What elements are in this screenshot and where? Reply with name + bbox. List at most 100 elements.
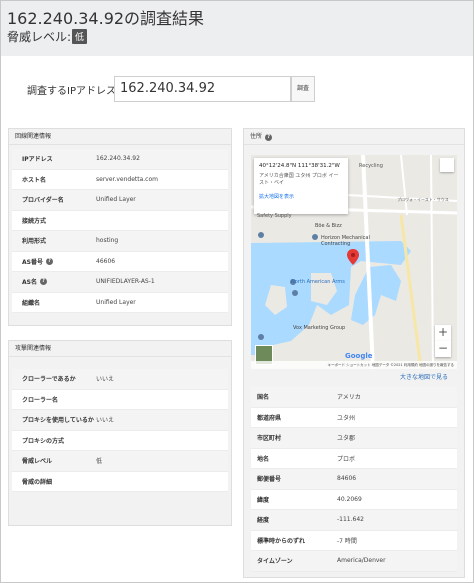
map-label-boe: Böe & Bizz xyxy=(315,223,342,229)
table-row: 都道府県 ユタ州 xyxy=(251,408,457,428)
row-key: 利用形式 xyxy=(22,238,47,246)
row-key: 経度 xyxy=(257,517,270,525)
row-key: 郵便番号 xyxy=(257,476,282,484)
row-key: IPアドレス xyxy=(22,156,53,164)
row-value: UNIFIEDLAYER-AS-1 xyxy=(96,278,155,286)
row-key: 緯度 xyxy=(257,496,270,504)
row-value: -111.642 xyxy=(337,516,364,524)
table-row: 脅威レベル 低 xyxy=(12,451,228,472)
network-info-table: IPアドレス 162.240.34.92 ホスト名 server.vendetta.… xyxy=(12,149,228,313)
map-info-address: アメリカ合衆国 ユタ州 プロボ イースト・ベイ xyxy=(259,173,339,186)
zoom-in-button[interactable]: + xyxy=(435,325,451,341)
network-info-panel: 回線関連情報 IPアドレス 162.240.34.92 ホスト名 server.ve… xyxy=(8,128,232,326)
table-row: 郵便番号 84606 xyxy=(251,469,457,490)
attack-panel-title: 攻撃関連情報 xyxy=(9,341,231,357)
attack-info-panel: 攻撃関連情報 クローラーであるか いいえ クローラー名 プロキシを使用しているかい… xyxy=(8,340,232,526)
row-value: 162.240.34.92 xyxy=(96,155,140,163)
google-logo: Google xyxy=(345,352,373,360)
row-value: hosting xyxy=(96,237,119,245)
row-value: Unified Layer xyxy=(96,298,136,306)
map-label-safety: Safety Supply xyxy=(257,213,292,219)
row-key: 都道府県 xyxy=(257,414,282,422)
table-row: 市区町村 ユタ郡 xyxy=(251,428,457,449)
threat-level-badge: 低 xyxy=(72,29,88,44)
ip-search-input[interactable]: 162.240.34.92 xyxy=(114,76,291,102)
row-value: server.vendetta.com xyxy=(96,175,158,183)
table-row: クローラー名 xyxy=(12,390,228,410)
row-key: タイムゾーン xyxy=(257,558,293,566)
row-value: 40.2069 xyxy=(337,495,362,503)
table-row: プロバイダー名 Unified Layer xyxy=(12,190,228,211)
row-key: ホスト名 xyxy=(22,176,47,184)
map-info-enlarge-link[interactable]: 拡大地図を表示 xyxy=(259,193,343,200)
help-icon[interactable]: ? xyxy=(265,134,273,141)
table-row: プロキシを使用しているか いいえ xyxy=(12,410,228,431)
row-value: アメリカ xyxy=(337,394,361,402)
table-row: ホスト名 server.vendetta.com xyxy=(12,170,228,190)
big-map-link[interactable]: 大きな地図で見る xyxy=(400,372,448,381)
row-value: プロボ xyxy=(337,455,356,463)
row-key-label: AS番号 xyxy=(22,258,43,266)
row-key-label: AS名 xyxy=(22,279,37,287)
table-row: タイムゾーン America/Denver xyxy=(251,551,457,572)
table-row: 接続方式 xyxy=(12,211,228,231)
map-info-window: 40°12'24.8"N 111°38'31.2"W アメリカ合衆国 ユタ州 プ… xyxy=(254,158,348,214)
table-row: 国名 アメリカ xyxy=(251,387,457,408)
row-value: 84606 xyxy=(337,475,357,483)
table-row: 利用形式 hosting xyxy=(12,231,228,252)
row-key: プロキシの方式 xyxy=(22,437,65,445)
fullscreen-button[interactable] xyxy=(440,158,454,172)
table-row: AS番号? 46606 xyxy=(12,252,228,272)
row-key: 国名 xyxy=(257,394,270,402)
help-icon[interactable]: ? xyxy=(45,257,53,265)
row-key: 接続方式 xyxy=(22,217,47,225)
location-panel-title: 住所? xyxy=(244,129,464,145)
map-label-recycling: Recycling xyxy=(359,163,383,169)
threat-level-label: 脅威レベル: xyxy=(7,30,72,44)
row-key: クローラーであるか xyxy=(22,376,76,384)
row-value: いいえ xyxy=(96,417,115,425)
location-map[interactable]: 40°12'24.8"N 111°38'31.2"W アメリカ合衆国 ユタ州 プ… xyxy=(251,155,457,369)
map-label-north-american: North American Arms xyxy=(291,279,345,285)
row-value: 46606 xyxy=(96,257,116,265)
row-value: Unified Layer xyxy=(96,196,136,204)
table-row: 経度 -111.642 xyxy=(251,510,457,531)
table-row: 組織名 Unified Layer xyxy=(12,293,228,313)
row-key: 地名 xyxy=(257,455,270,463)
map-footer[interactable]: キーボード ショートカット 地図データ ©2021 利用規約 地図の誤りを報告す… xyxy=(251,361,457,369)
map-label-horizon: Horizon Mechanical Contracting xyxy=(321,235,370,247)
help-icon[interactable]: ? xyxy=(39,278,47,286)
row-key: プロキシを使用しているか xyxy=(22,417,94,425)
table-row: 地名 プロボ xyxy=(251,449,457,469)
row-key: プロバイダー名 xyxy=(22,197,64,205)
search-label: 調査するIPアドレス xyxy=(27,86,116,97)
map-label-vox: Vox Marketing Group xyxy=(293,325,346,331)
table-row: 脅威の詳細 xyxy=(12,472,228,492)
row-key: 市区町村 xyxy=(257,435,282,443)
threat-level: 脅威レベル: 低 xyxy=(7,28,88,45)
attack-info-table: クローラーであるか いいえ クローラー名 プロキシを使用しているか いいえ プロキシ… xyxy=(12,369,228,492)
location-panel-title-text: 住所 xyxy=(250,133,263,140)
row-key: クローラー名 xyxy=(22,396,59,404)
row-value: ユタ州 xyxy=(337,414,356,422)
network-panel-title: 回線関連情報 xyxy=(9,129,231,145)
table-row: IPアドレス 162.240.34.92 xyxy=(12,149,228,170)
row-key: AS名? xyxy=(12,277,96,286)
address-table: 国名 アメリカ 都道府県 ユタ州 市区町村 ユタ郡 地名 プロボ 郵便番号 84606 緯… xyxy=(251,387,457,572)
row-key: 脅威レベル xyxy=(22,458,53,466)
map-info-coordinates: 40°12'24.8"N 111°38'31.2"W xyxy=(259,163,340,169)
row-value: America/Denver xyxy=(337,557,386,565)
row-key: AS番号? xyxy=(12,257,96,266)
page-title: 162.240.34.92の調査結果 xyxy=(7,9,205,28)
row-value: ユタ郡 xyxy=(337,435,356,443)
row-key: 脅威の詳細 xyxy=(22,478,53,486)
row-value: -7 時間 xyxy=(337,537,357,545)
table-row: AS名? UNIFIEDLAYER-AS-1 xyxy=(12,272,228,293)
search-button[interactable]: 調査 xyxy=(291,76,315,102)
map-label-road: プロヴォ・イースト・サウス xyxy=(397,197,449,202)
row-value: いいえ xyxy=(96,376,115,384)
page-header: 162.240.34.92の調査結果 脅威レベル: 低 xyxy=(1,1,473,56)
zoom-out-button[interactable]: − xyxy=(435,341,451,357)
row-key: 組織名 xyxy=(22,299,41,307)
table-row: 標準時からのずれ -7 時間 xyxy=(251,531,457,551)
